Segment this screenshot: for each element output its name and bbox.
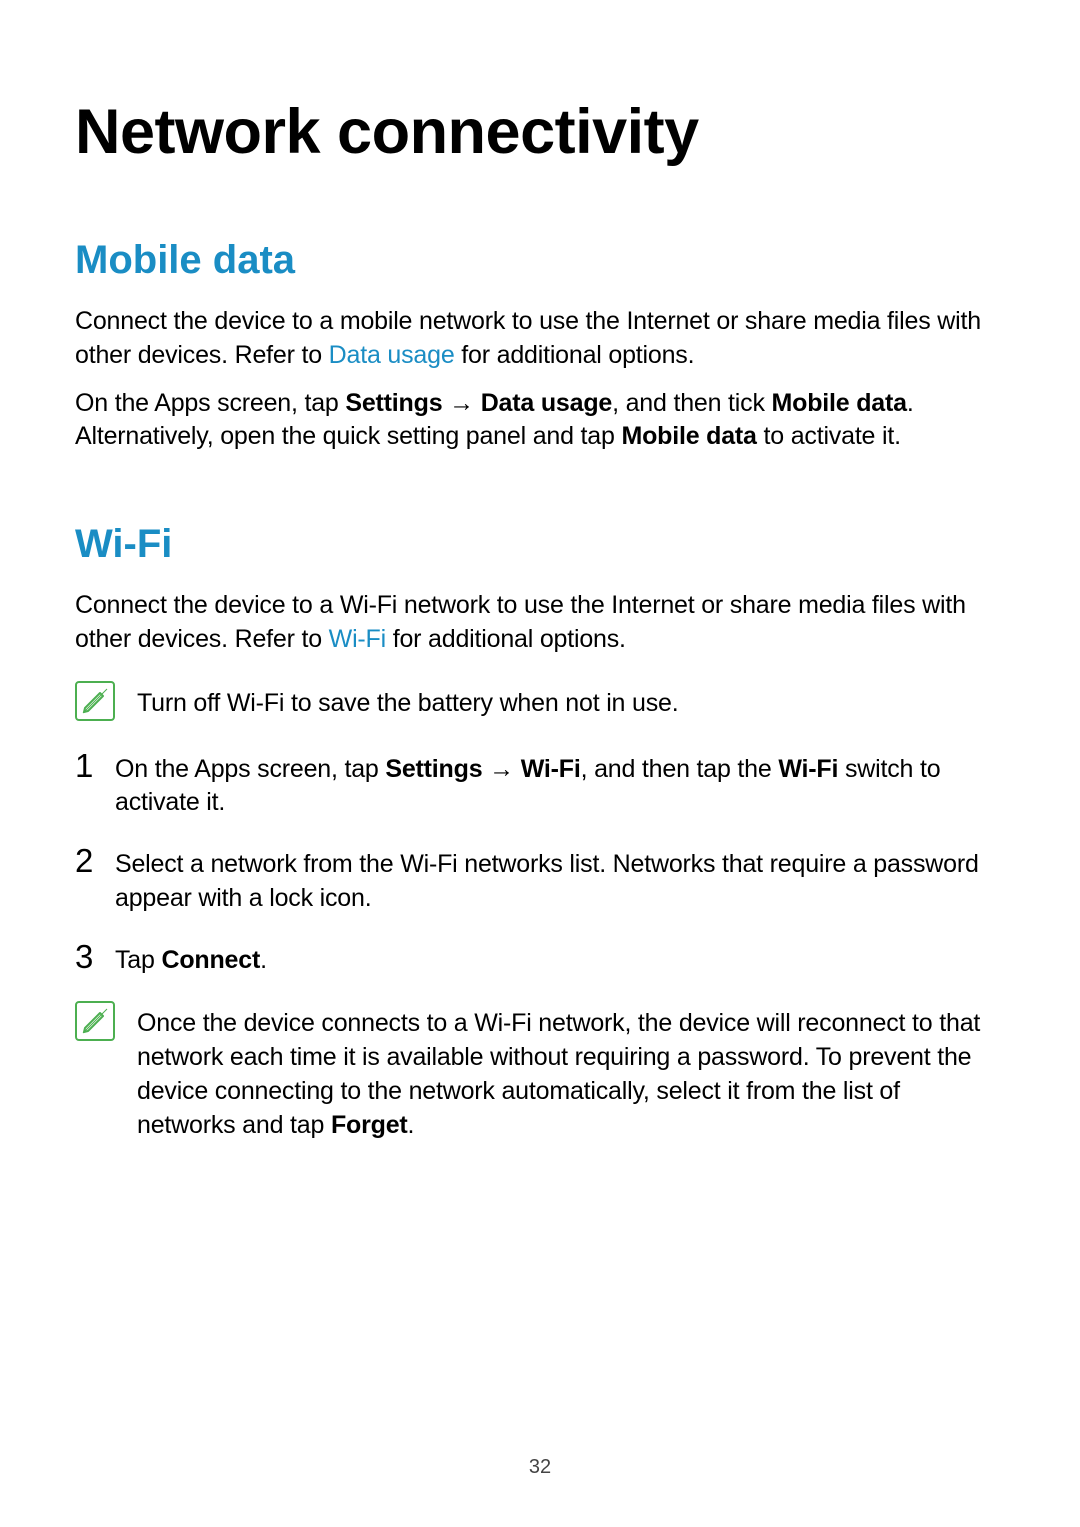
bold-mobile-data: Mobile data [621, 422, 756, 450]
bold-settings: Settings [385, 755, 482, 783]
note-icon [75, 681, 115, 721]
step-item: Tap Connect. [75, 940, 1005, 978]
bold-mobile-data: Mobile data [772, 389, 907, 417]
steps-list: On the Apps screen, tap Settings → Wi-Fi… [75, 749, 1005, 978]
note-icon [75, 1001, 115, 1041]
step-body: Select a network from the Wi-Fi networks… [115, 844, 1005, 916]
step-body: On the Apps screen, tap Settings → Wi-Fi… [115, 749, 1005, 821]
text-fragment: Tap [115, 946, 161, 974]
text-fragment: , and then tap the [581, 755, 779, 783]
wifi-paragraph-1: Connect the device to a Wi-Fi network to… [75, 589, 1005, 657]
link-wifi[interactable]: Wi-Fi [329, 625, 386, 653]
text-fragment: for additional options. [455, 341, 695, 369]
spacer [75, 468, 1005, 522]
arrow-text: → [442, 389, 480, 417]
page-number: 32 [0, 1456, 1080, 1479]
mobile-data-paragraph-1: Connect the device to a mobile network t… [75, 305, 1005, 373]
text-fragment: to activate it. [757, 422, 901, 450]
pencil-note-icon [80, 1006, 110, 1036]
mobile-data-paragraph-2: On the Apps screen, tap Settings → Data … [75, 387, 1005, 455]
document-page: Network connectivity Mobile data Connect… [0, 0, 1080, 1527]
text-fragment: , and then tick [612, 389, 771, 417]
bold-wifi: Wi-Fi [521, 755, 581, 783]
text-fragment: Once the device connects to a Wi-Fi netw… [137, 1009, 980, 1138]
bold-forget: Forget [331, 1111, 408, 1139]
link-data-usage[interactable]: Data usage [329, 341, 455, 369]
page-title: Network connectivity [75, 96, 1005, 168]
section-heading-mobile-data: Mobile data [75, 238, 1005, 283]
step-item: On the Apps screen, tap Settings → Wi-Fi… [75, 749, 1005, 821]
arrow-text: → [482, 755, 520, 783]
bold-data-usage: Data usage [481, 389, 612, 417]
note-text: Once the device connects to a Wi-Fi netw… [137, 1001, 1005, 1142]
pencil-note-icon [80, 686, 110, 716]
text-fragment: On the Apps screen, tap [75, 389, 345, 417]
text-fragment: . [408, 1111, 415, 1139]
text-fragment: . [260, 946, 267, 974]
note-text: Turn off Wi-Fi to save the battery when … [137, 681, 678, 721]
text-fragment: for additional options. [386, 625, 626, 653]
section-heading-wifi: Wi-Fi [75, 522, 1005, 567]
bold-wifi: Wi-Fi [778, 755, 838, 783]
step-body: Tap Connect. [115, 940, 1005, 978]
bold-connect: Connect [161, 946, 260, 974]
step-item: Select a network from the Wi-Fi networks… [75, 844, 1005, 916]
note-box: Turn off Wi-Fi to save the battery when … [75, 681, 1005, 721]
text-fragment: On the Apps screen, tap [115, 755, 385, 783]
note-box: Once the device connects to a Wi-Fi netw… [75, 1001, 1005, 1142]
bold-settings: Settings [345, 389, 442, 417]
